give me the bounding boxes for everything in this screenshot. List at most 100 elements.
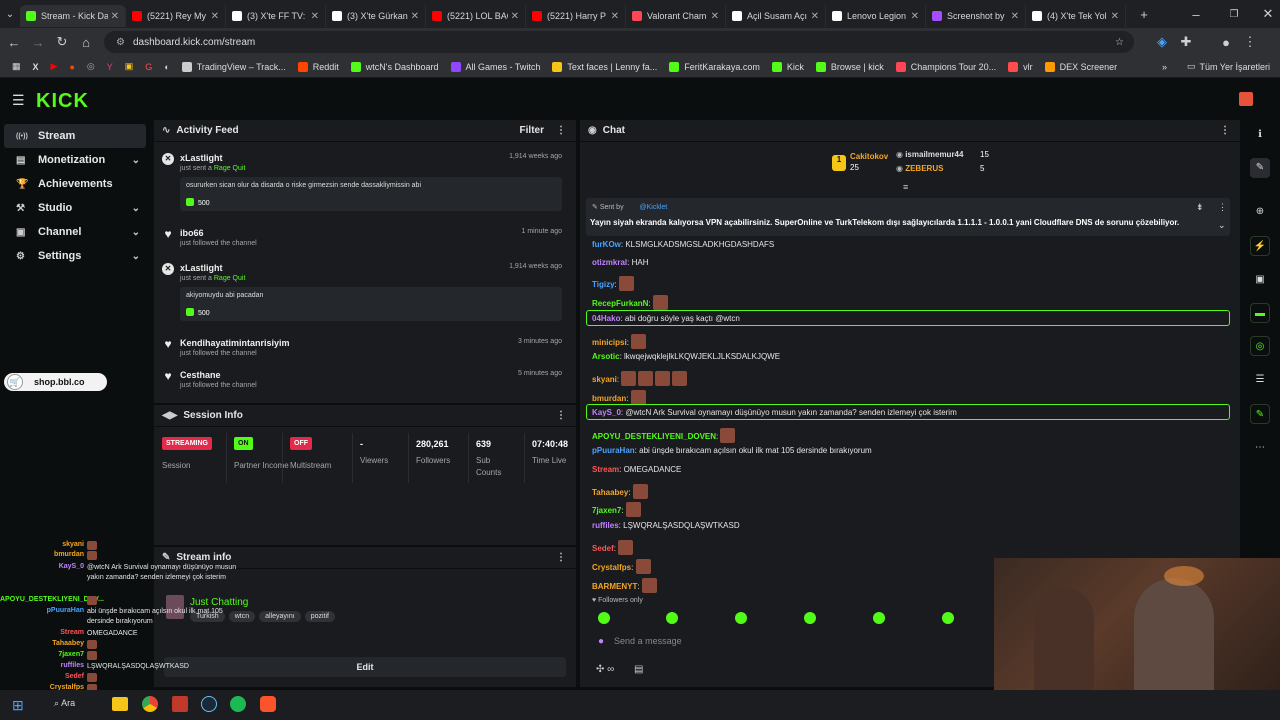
stream-info-menu-icon[interactable]: ⋮ [556, 552, 566, 563]
windows-start-icon[interactable]: ⊞ [12, 697, 24, 714]
chat-tool-icon[interactable]: ▬ [1250, 303, 1270, 323]
new-tab-button[interactable]: + [1132, 7, 1156, 22]
quick-emote-icon[interactable] [666, 612, 678, 624]
sidebar-item-monetization[interactable]: ▤ Monetization ⌄ [4, 148, 146, 172]
minimize-button[interactable]: – [1184, 7, 1208, 22]
tab-close-icon[interactable]: ✕ [611, 11, 619, 22]
chrome-icon[interactable] [142, 696, 158, 712]
steam-icon[interactable] [201, 696, 217, 712]
bookmark-item[interactable]: vlr [1008, 61, 1033, 72]
menu-icon[interactable]: ☰ [12, 92, 25, 109]
browser-tab[interactable]: Screenshot by ✕ [926, 5, 1026, 27]
chat-username[interactable]: furKOw [592, 240, 621, 249]
bookmark-item[interactable]: FeritKarakaya.com [669, 61, 760, 72]
bookmark-misc-icon-3[interactable]: Y [107, 62, 113, 72]
filter-button[interactable]: Filter [520, 125, 544, 136]
feed-username[interactable]: Cesthane [180, 370, 221, 380]
sidebar-item-achievements[interactable]: 🏆 Achievements [4, 172, 146, 196]
extensions-icon[interactable]: ◈ [1150, 34, 1174, 50]
chat-username[interactable]: APOYU_DESTEKLIYENI_DOVEN [592, 432, 716, 441]
browser-tab[interactable]: (5221) Harry P ✕ [526, 5, 626, 27]
kicklet-user[interactable]: @Kicklet [640, 204, 668, 211]
quick-emote-icon[interactable] [598, 612, 610, 624]
chat-username[interactable]: otizmkral [592, 258, 627, 267]
chat-username[interactable]: Tahaabey [592, 488, 628, 497]
sidebar-item-stream[interactable]: ((•)) Stream [4, 124, 146, 148]
tab-close-icon[interactable]: ✕ [1011, 11, 1019, 22]
bookmark-item[interactable]: Reddit [297, 61, 339, 72]
browser-menu-icon[interactable]: ⋮ [1238, 34, 1262, 50]
browser-tab[interactable]: (3) X'te FF TV: ✕ [226, 5, 326, 27]
share-icon[interactable]: ⋯ [1250, 438, 1270, 458]
tab-close-icon[interactable]: ✕ [811, 11, 819, 22]
bookmark-item[interactable]: Text faces | Lenny fa... [552, 61, 657, 72]
feed-username[interactable]: ibo66 [180, 228, 204, 238]
stream-tag[interactable]: pozitif [304, 611, 335, 622]
browser-tab[interactable]: Valorant Cham ✕ [626, 5, 726, 27]
quick-emote-icon[interactable] [873, 612, 885, 624]
kick-logo[interactable]: KICK [36, 90, 89, 113]
bookmark-item[interactable]: Browse | kick [815, 61, 884, 72]
stream-tag[interactable]: alleyayını [259, 611, 301, 622]
chat-username[interactable]: Stream [592, 465, 619, 474]
quick-emote-icon[interactable] [942, 612, 954, 624]
chat-username[interactable]: 7jaxen7 [592, 506, 621, 515]
sidebar-item-channel[interactable]: ▣ Channel ⌄ [4, 220, 146, 244]
broadcast-icon[interactable]: ◎ [1250, 336, 1270, 356]
tab-close-icon[interactable]: ✕ [511, 11, 519, 22]
chat-username[interactable]: Arsotic [592, 352, 620, 361]
bookmark-misc-icon-2[interactable]: ◎ [87, 61, 95, 72]
browser-tab[interactable]: (3) X'te Gürkan ✕ [326, 5, 426, 27]
profile-avatar[interactable]: ● [1214, 35, 1238, 50]
feed-username[interactable]: xLastlight [180, 263, 223, 273]
puzzle-icon[interactable]: ✚ [1174, 34, 1198, 50]
feed-username[interactable]: Kendihayatimintanrisiyim [180, 338, 290, 348]
bookmark-item[interactable]: All Games - Twitch [450, 61, 540, 72]
bookmark-item[interactable]: wtcN's Dashboard [350, 61, 439, 72]
apps-icon[interactable]: ▦ [12, 61, 21, 72]
leaderboard-name[interactable]: ZEBERUS [905, 164, 943, 173]
shop-link[interactable]: 🛒 shop.bbl.co [4, 373, 107, 391]
browser-tab[interactable]: Stream - Kick Das ✕ [20, 5, 126, 27]
leaderboard-name[interactable]: Cakitokov [850, 152, 888, 161]
pinned-expand-icon[interactable]: ⌄ [1218, 220, 1226, 231]
bookmark-misc-icon-5[interactable]: G [145, 62, 152, 72]
chat-input[interactable]: ● Send a message [590, 630, 994, 652]
unpin-icon[interactable]: ⇟ [1196, 202, 1204, 213]
tab-close-icon[interactable]: ✕ [1111, 11, 1119, 22]
bookmark-misc-icon-1[interactable]: ● [69, 62, 74, 72]
bookmark-item[interactable]: DEX Screener [1044, 61, 1117, 72]
emote-picker-icon[interactable]: ✣ ∞ [596, 664, 614, 675]
chat-username[interactable]: RecepFurkanN [592, 299, 648, 308]
close-window-button[interactable]: ✕ [1256, 6, 1280, 22]
chat-username[interactable]: KayS_0 [592, 408, 621, 417]
tools-icon[interactable]: ✎ [1250, 404, 1270, 424]
feed-username[interactable]: xLastlight [180, 153, 223, 163]
spotify-icon[interactable] [230, 696, 246, 712]
pinned-menu-icon[interactable]: ⋮ [1218, 202, 1227, 213]
app-icon[interactable] [172, 696, 188, 712]
bolt-icon[interactable]: ⚡ [1250, 236, 1270, 256]
clipboard-icon[interactable]: ▣ [1250, 270, 1270, 290]
tab-close-icon[interactable]: ✕ [711, 11, 719, 22]
bookmark-youtube-icon[interactable]: ▶ [51, 61, 58, 72]
bookmark-item[interactable]: Champions Tour 20... [895, 61, 996, 72]
mic-icon[interactable]: ● [598, 636, 604, 647]
browser-tab[interactable]: (5221) Rey My ✕ [126, 5, 226, 27]
tab-close-icon[interactable]: ✕ [211, 11, 219, 22]
chat-username[interactable]: skyani [592, 375, 617, 384]
quick-emote-icon[interactable] [735, 612, 747, 624]
leaderboard-name[interactable]: ismailmemur44 [905, 150, 963, 159]
maximize-button[interactable]: ❐ [1222, 9, 1246, 20]
chat-username[interactable]: ruffiles [592, 521, 619, 530]
collapse-leaderboard-icon[interactable]: ≡ [903, 182, 908, 192]
target-icon[interactable]: ⊕ [1250, 202, 1270, 222]
user-avatar[interactable] [1239, 92, 1253, 106]
bookmark-star-icon[interactable]: ☆ [1115, 37, 1124, 48]
chat-username[interactable]: bmurdan [592, 394, 626, 403]
sidebar-item-studio[interactable]: ⚒ Studio ⌄ [4, 196, 146, 220]
browser-tab[interactable]: Açil Susam Açı ✕ [726, 5, 826, 27]
home-icon[interactable]: ⌂ [74, 35, 98, 50]
bookmarks-overflow-icon[interactable]: » [1162, 62, 1167, 72]
chat-username[interactable]: Tigizy [592, 280, 615, 289]
